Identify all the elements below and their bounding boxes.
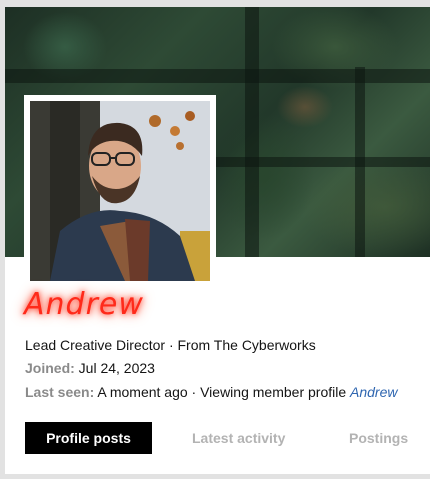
- last-seen-member-link[interactable]: Andrew: [350, 384, 397, 400]
- banner-texture-band: [245, 7, 259, 257]
- profile-title-line: Lead Creative Director · From The Cyberw…: [25, 337, 316, 353]
- banner-texture-band: [5, 69, 430, 83]
- avatar-photo: [30, 101, 210, 281]
- profile-card: Andrew Lead Creative Director · From The…: [5, 7, 430, 474]
- last-seen-label: Last seen:: [25, 384, 95, 400]
- avatar-frame: [24, 95, 216, 287]
- profile-tabs: Profile posts Latest activity Postings: [25, 422, 420, 454]
- profile-name: Andrew: [24, 287, 144, 322]
- joined-value: Jul 24, 2023: [78, 360, 155, 376]
- last-seen-value: A moment ago · Viewing member profile: [97, 384, 347, 400]
- joined-row: Joined: Jul 24, 2023: [25, 360, 155, 376]
- banner-texture-band: [355, 67, 365, 257]
- avatar[interactable]: [30, 101, 210, 281]
- tab-postings[interactable]: Postings: [349, 422, 408, 454]
- tab-latest-activity[interactable]: Latest activity: [192, 422, 285, 454]
- tab-profile-posts[interactable]: Profile posts: [25, 422, 152, 454]
- joined-label: Joined:: [25, 360, 75, 376]
- banner-texture-band: [205, 157, 430, 167]
- last-seen-row: Last seen: A moment ago · Viewing member…: [25, 384, 397, 400]
